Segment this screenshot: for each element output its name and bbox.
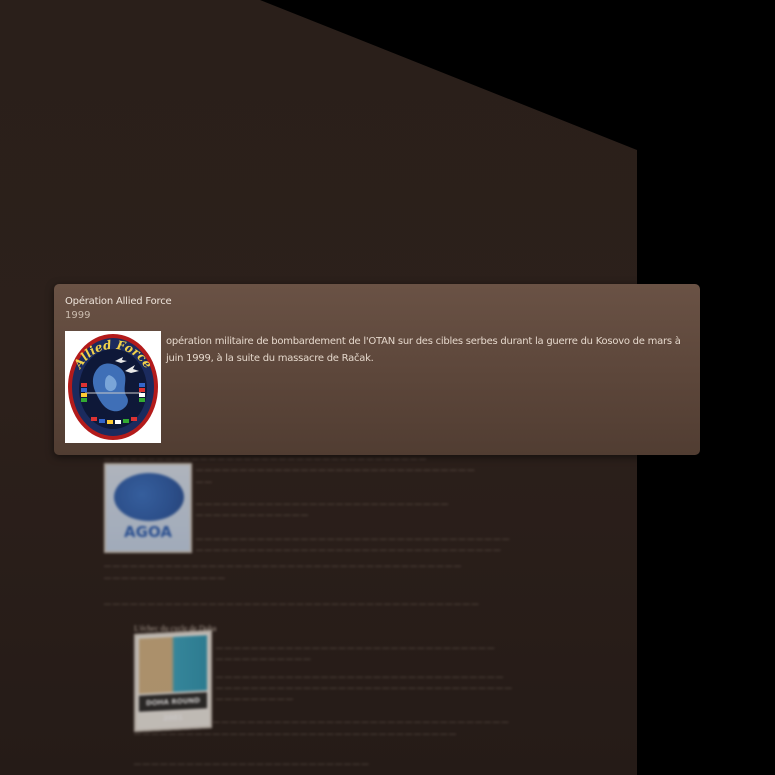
blurred-text-line: — — — — — — — — — — —	[216, 655, 311, 663]
blurred-text-line: — — — — — — — — —	[216, 695, 293, 703]
event-description: opération militaire de bombardement de l…	[166, 336, 681, 364]
agoa-logo-text: AGOA	[124, 523, 172, 541]
blurred-text-line: — — — — — — — — — — — — — — — — — — — — …	[104, 600, 479, 608]
event-thumbnail[interactable]: Allied Force	[65, 331, 161, 443]
blurred-text-line: — — — — — — — — — — — — — — — — — — — — …	[196, 500, 448, 508]
blurred-text-line: — — — — — — — — — — — — — — — — — — — — …	[216, 684, 512, 692]
blurred-text-line: — — — — — — — — — — — — — —	[104, 574, 225, 582]
blurred-text-line: — — — — — — — — — — — — — — — — — — — — …	[196, 466, 475, 474]
allied-force-patch-icon: Allied Force	[65, 331, 161, 443]
blurred-text-line: — — — — — — — — — — — — — — — — — — — — …	[216, 673, 503, 681]
blurred-text-line: — — — — — — — — — — — — — — — — — — — — …	[134, 760, 369, 768]
blurred-text-line: — — — — — — — — — — — — — — — — — — — — …	[196, 535, 510, 543]
agoa-logo-image: AGOA	[104, 463, 192, 553]
blurred-text-line: — — — — — — — — — — — — — — — — — — — — …	[104, 562, 461, 570]
doha-stamp-image: DOHA ROUND 2001	[134, 629, 212, 733]
event-tooltip-card[interactable]: Opération Allied Force 1999 Allied Force…	[54, 284, 700, 455]
blurred-text-line: — — — — — — — — — — — — — — — — — — — — …	[134, 730, 456, 738]
globe-icon	[114, 473, 184, 521]
event-year: 1999	[65, 310, 91, 321]
viewport: — — — — — — — — — — — — — — — — — — — — …	[0, 0, 775, 775]
event-title: Opération Allied Force	[65, 296, 172, 307]
stamp-caption: DOHA ROUND 2001	[139, 692, 207, 723]
blurred-text-line: — — — — — — — — — — — — —	[196, 511, 308, 519]
blurred-text-line: — —	[196, 478, 212, 486]
stamp-artwork	[139, 635, 207, 694]
blurred-text-line: — — — — — — — — — — — — — — — — — — — — …	[216, 644, 495, 652]
blurred-text-line: — — — — — — — — — — — — — — — — — — — — …	[196, 546, 501, 554]
